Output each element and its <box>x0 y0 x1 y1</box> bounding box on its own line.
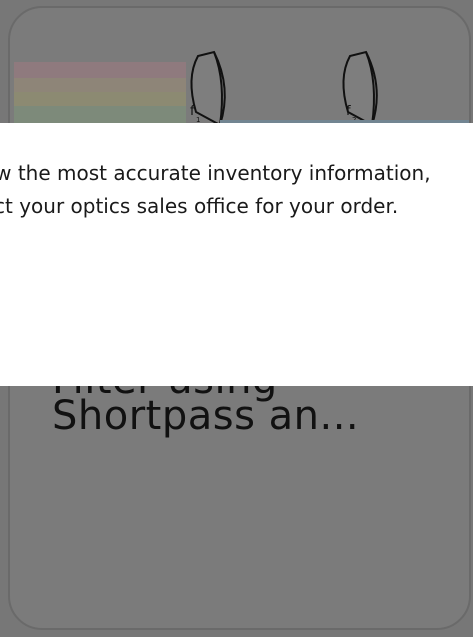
modal-message-line2: contact your optics sales office for you… <box>0 194 399 218</box>
lens-1: f 1 <box>190 50 226 127</box>
lens-1-label: f <box>190 104 195 119</box>
product-title-line2: Shortpass an... <box>52 393 360 439</box>
spectrum-band-yellow <box>14 92 186 106</box>
lens-2-label: f <box>346 104 351 119</box>
modal-message-line1: To view the most accurate inventory info… <box>0 161 431 185</box>
lens-2: f 2 <box>342 50 378 127</box>
modal-message: To view the most accurate inventory info… <box>0 157 473 223</box>
spectrum-band-red <box>14 62 186 78</box>
inventory-modal: To view the most accurate inventory info… <box>0 123 473 386</box>
spectrum-band-orange <box>14 78 186 92</box>
